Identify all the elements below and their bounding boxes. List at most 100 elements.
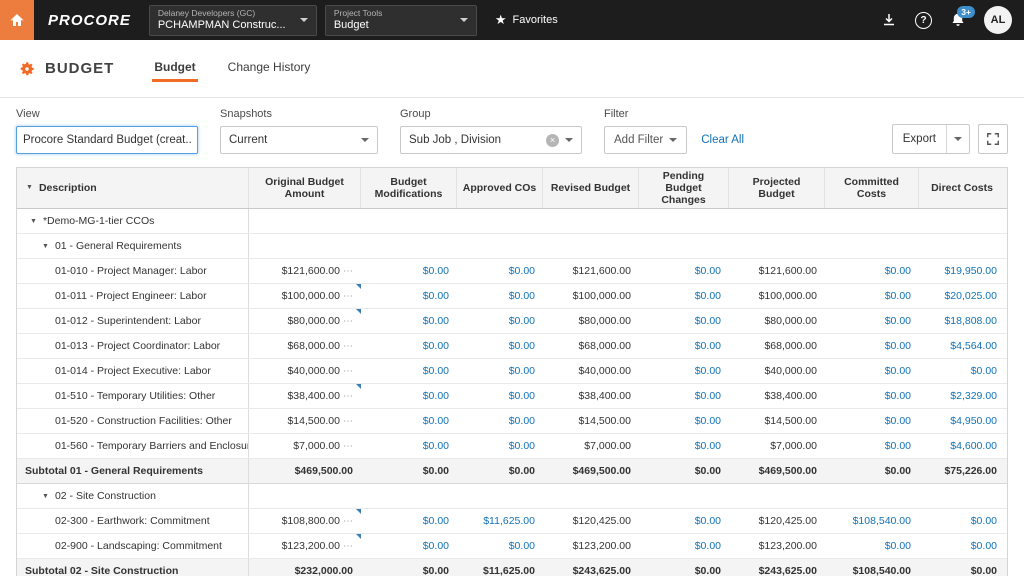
- cell-menu-icon[interactable]: ⋯: [343, 366, 353, 377]
- cell-budget-modifications[interactable]: $0.00: [361, 309, 457, 333]
- group-collapse-chevron-icon[interactable]: ▼: [30, 218, 37, 225]
- clear-all-link[interactable]: Clear All: [701, 134, 744, 146]
- cell-direct-costs[interactable]: $4,564.00: [919, 334, 1005, 358]
- cell-approved-cos[interactable]: $0.00: [457, 334, 543, 358]
- cell-budget-modifications[interactable]: $0.00: [361, 534, 457, 558]
- notifications-button[interactable]: 3+: [950, 12, 966, 28]
- group-collapse-chevron-icon[interactable]: ▼: [42, 493, 49, 500]
- export-button[interactable]: Export: [892, 124, 970, 154]
- row-description: 02-300 - Earthwork: Commitment: [17, 509, 249, 533]
- row-description[interactable]: ▼*Demo-MG-1-tier CCOs: [17, 209, 249, 233]
- cell-pending-budget-changes[interactable]: $0.00: [639, 384, 729, 408]
- downloads-icon[interactable]: [881, 12, 897, 28]
- cell-menu-icon[interactable]: ⋯: [343, 441, 353, 452]
- avatar[interactable]: AL: [984, 6, 1012, 34]
- cell-budget-modifications[interactable]: $0.00: [361, 359, 457, 383]
- cell-approved-cos[interactable]: $0.00: [457, 359, 543, 383]
- cell-direct-costs[interactable]: $2,329.00: [919, 384, 1005, 408]
- cell-direct-costs[interactable]: $0.00: [919, 509, 1005, 533]
- tab-change-history[interactable]: Change History: [226, 55, 313, 82]
- cell-committed-costs[interactable]: $0.00: [825, 434, 919, 458]
- help-button[interactable]: ?: [915, 12, 932, 29]
- cell-direct-costs[interactable]: $4,600.00: [919, 434, 1005, 458]
- favorites-button[interactable]: ★ Favorites: [495, 12, 558, 28]
- export-caret-button[interactable]: [947, 137, 969, 141]
- cell-approved-cos[interactable]: $0.00: [457, 384, 543, 408]
- cell-menu-icon[interactable]: ⋯: [343, 391, 353, 402]
- collapse-all-chevron-icon[interactable]: ▼: [26, 184, 33, 192]
- cell-menu-icon[interactable]: ⋯: [343, 541, 353, 552]
- cell-approved-cos[interactable]: $0.00: [457, 259, 543, 283]
- cell-budget-modifications[interactable]: $0.00: [361, 409, 457, 433]
- view-input[interactable]: [16, 126, 198, 154]
- cell-budget-modifications[interactable]: $0.00: [361, 434, 457, 458]
- cell-committed-costs[interactable]: $0.00: [825, 334, 919, 358]
- cell-approved-cos[interactable]: $0.00: [457, 534, 543, 558]
- project-tool-picker[interactable]: Project Tools Budget: [325, 5, 477, 36]
- cell-direct-costs[interactable]: $0.00: [919, 359, 1005, 383]
- cell-value: $121,600.00: [573, 265, 631, 277]
- snapshots-select[interactable]: Current: [220, 126, 378, 154]
- cell-approved-cos[interactable]: $0.00: [457, 284, 543, 308]
- cell-committed-costs[interactable]: $0.00: [825, 309, 919, 333]
- cell-direct-costs[interactable]: $19,950.00: [919, 259, 1005, 283]
- cell-approved-cos[interactable]: $0.00: [457, 434, 543, 458]
- column-header-approved-cos[interactable]: Approved COs: [457, 168, 543, 208]
- cell-committed-costs[interactable]: $0.00: [825, 259, 919, 283]
- clear-group-icon[interactable]: ×: [546, 134, 559, 147]
- column-header-description[interactable]: ▼Description: [17, 168, 249, 208]
- cell-menu-icon[interactable]: ⋯: [343, 416, 353, 427]
- fullscreen-button[interactable]: [978, 124, 1008, 154]
- cell-direct-costs[interactable]: $20,025.00: [919, 284, 1005, 308]
- column-header-revised-budget[interactable]: Revised Budget: [543, 168, 639, 208]
- cell-budget-modifications[interactable]: $0.00: [361, 259, 457, 283]
- cell-menu-icon[interactable]: ⋯: [343, 516, 353, 527]
- cell-pending-budget-changes[interactable]: $0.00: [639, 409, 729, 433]
- cell-direct-costs[interactable]: $18,808.00: [919, 309, 1005, 333]
- cell-approved-cos[interactable]: $0.00: [457, 409, 543, 433]
- cell-pending-budget-changes[interactable]: $0.00: [639, 284, 729, 308]
- column-header-direct-costs[interactable]: Direct Costs: [919, 168, 1005, 208]
- cell-committed-costs[interactable]: $108,540.00: [825, 509, 919, 533]
- cell-budget-modifications[interactable]: $0.00: [361, 509, 457, 533]
- cell-approved-cos[interactable]: $0.00: [457, 309, 543, 333]
- column-header-budget-modifications[interactable]: Budget Modifications: [361, 168, 457, 208]
- cell-menu-icon[interactable]: ⋯: [343, 316, 353, 327]
- cell-menu-icon[interactable]: ⋯: [343, 291, 353, 302]
- cell-committed-costs[interactable]: $0.00: [825, 534, 919, 558]
- add-filter-button[interactable]: Add Filter: [604, 126, 687, 154]
- column-header-committed-costs[interactable]: Committed Costs: [825, 168, 919, 208]
- column-header-original-budget-amount[interactable]: Original Budget Amount: [249, 168, 361, 208]
- column-header-projected-budget[interactable]: Projected Budget: [729, 168, 825, 208]
- cell-pending-budget-changes[interactable]: $0.00: [639, 434, 729, 458]
- cell-direct-costs[interactable]: $4,950.00: [919, 409, 1005, 433]
- tab-budget[interactable]: Budget: [152, 55, 197, 82]
- cell-pending-budget-changes[interactable]: $0.00: [639, 534, 729, 558]
- cell-pending-budget-changes[interactable]: $0.00: [639, 309, 729, 333]
- cell-committed-costs[interactable]: $0.00: [825, 284, 919, 308]
- row-description[interactable]: ▼02 - Site Construction: [17, 484, 249, 508]
- row-description[interactable]: ▼01 - General Requirements: [17, 234, 249, 258]
- group-collapse-chevron-icon[interactable]: ▼: [42, 243, 49, 250]
- cell-pending-budget-changes[interactable]: $0.00: [639, 359, 729, 383]
- column-header-label: Direct Costs: [931, 182, 993, 194]
- notification-badge: 3+: [957, 6, 975, 18]
- cell-pending-budget-changes[interactable]: $0.00: [639, 334, 729, 358]
- home-button[interactable]: [0, 0, 34, 40]
- cell-pending-budget-changes[interactable]: $0.00: [639, 259, 729, 283]
- cell-budget-modifications[interactable]: $0.00: [361, 334, 457, 358]
- cell-committed-costs[interactable]: $0.00: [825, 384, 919, 408]
- cell-approved-cos[interactable]: $11,625.00: [457, 509, 543, 533]
- cell-direct-costs: [919, 484, 1005, 508]
- cell-committed-costs[interactable]: $0.00: [825, 409, 919, 433]
- group-select[interactable]: Sub Job , Division ×: [400, 126, 582, 154]
- column-header-pending-budget-changes[interactable]: Pending Budget Changes: [639, 168, 729, 208]
- cell-direct-costs[interactable]: $0.00: [919, 534, 1005, 558]
- cell-pending-budget-changes[interactable]: $0.00: [639, 509, 729, 533]
- cell-budget-modifications[interactable]: $0.00: [361, 284, 457, 308]
- cell-menu-icon[interactable]: ⋯: [343, 341, 353, 352]
- cell-budget-modifications[interactable]: $0.00: [361, 384, 457, 408]
- cell-committed-costs[interactable]: $0.00: [825, 359, 919, 383]
- cell-menu-icon[interactable]: ⋯: [343, 266, 353, 277]
- company-picker[interactable]: Delaney Developers (GC) PCHAMPMAN Constr…: [149, 5, 317, 36]
